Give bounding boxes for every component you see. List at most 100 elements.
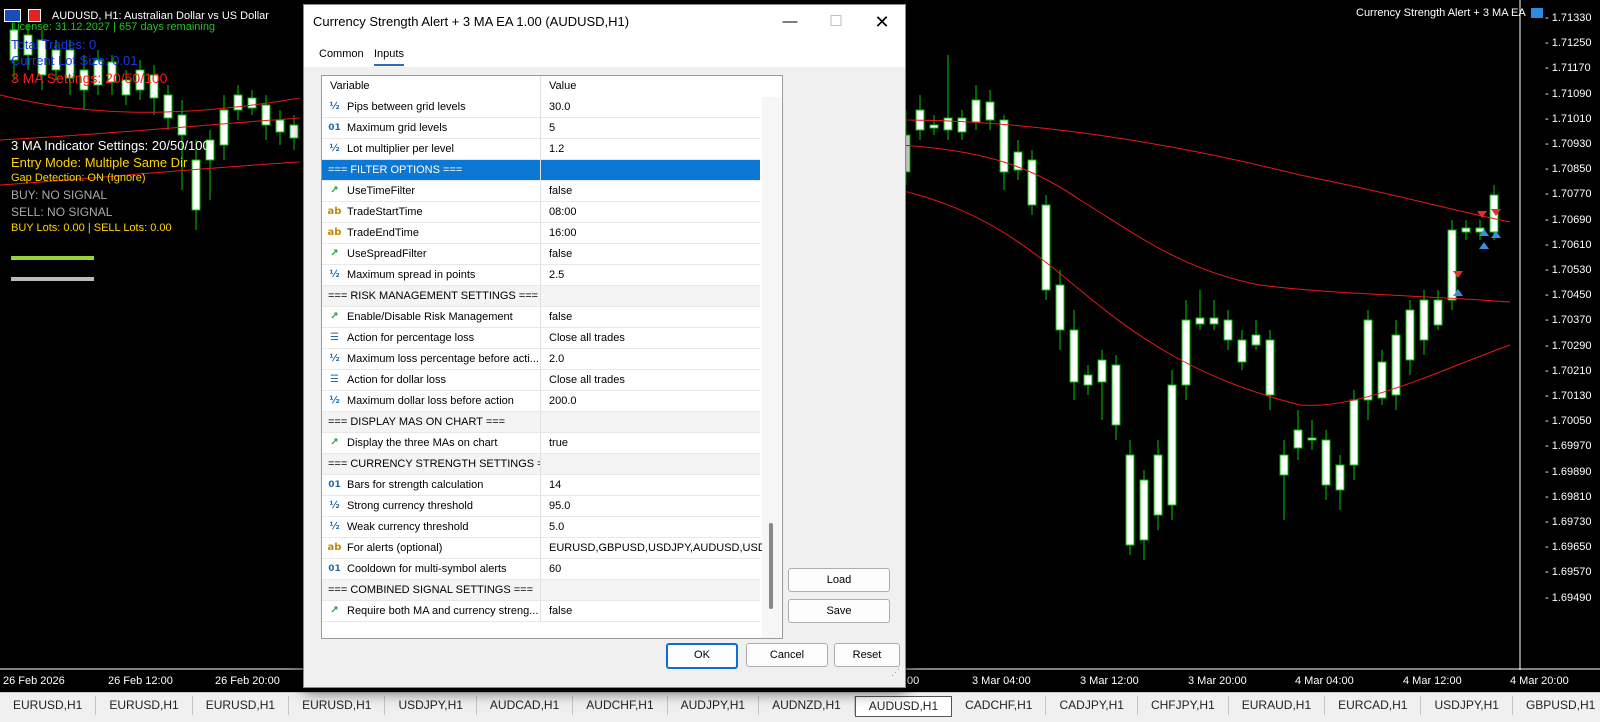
input-row[interactable]: ↗ Enable/Disable Risk Management false (322, 307, 760, 328)
candle-body (1447, 229, 1457, 301)
input-variable-name: Enable/Disable Risk Management (347, 311, 513, 323)
input-row[interactable]: ☰ Action for dollar loss Close all trades (322, 370, 760, 391)
scrollbar-thumb[interactable] (769, 523, 773, 609)
input-value[interactable]: 1.2 (545, 139, 764, 159)
input-row[interactable]: ☰ Action for percentage loss Close all tra… (322, 328, 760, 349)
symbol-tab[interactable]: EURAUD,H1 (1229, 696, 1326, 715)
symbol-tab[interactable]: EURCAD,H1 (1325, 696, 1422, 715)
save-button[interactable]: Save (788, 599, 890, 623)
input-row[interactable]: 01 Cooldown for multi-symbol alerts 60 (322, 559, 760, 580)
input-value[interactable]: 2.0 (545, 349, 764, 369)
input-row[interactable]: ½ Weak currency threshold 5.0 (322, 517, 760, 538)
candle-body (1237, 339, 1247, 363)
tab-common[interactable]: Common (319, 48, 364, 60)
input-row[interactable]: ↗ Require both MA and currency streng... f… (322, 601, 760, 622)
candle-body (233, 94, 243, 111)
minimize-button[interactable]: — (767, 5, 813, 39)
input-value[interactable]: 5 (545, 118, 764, 138)
candle-body (943, 117, 953, 131)
reset-button[interactable]: Reset (834, 643, 900, 667)
ok-button[interactable]: OK (666, 643, 738, 669)
symbol-tab[interactable]: USDJPY,H1 (1421, 696, 1513, 715)
dialog-title: Currency Strength Alert + 3 MA EA 1.00 (… (313, 14, 630, 29)
candle-body (1153, 454, 1163, 516)
input-row[interactable]: ab TradeEndTime 16:00 (322, 223, 760, 244)
input-value[interactable]: false (545, 181, 764, 201)
close-button[interactable]: ✕ (859, 5, 905, 39)
input-row[interactable]: ↗ UseSpreadFilter false (322, 244, 760, 265)
input-value[interactable]: 14 (545, 475, 764, 495)
input-value[interactable]: true (545, 433, 764, 453)
ea-hat-icon[interactable] (1531, 8, 1544, 19)
resize-grip-icon[interactable]: ⋰ (891, 667, 901, 677)
symbol-tab[interactable]: GBPUSD,H1 (1513, 696, 1600, 715)
input-row[interactable]: ½ Maximum dollar loss before action 200.0 (322, 391, 760, 412)
input-row[interactable]: 01 Bars for strength calculation 14 (322, 475, 760, 496)
input-value[interactable]: Close all trades (545, 370, 764, 390)
column-header-value[interactable]: Value (541, 76, 749, 97)
symbol-tab[interactable]: AUDJPY,H1 (668, 696, 760, 715)
input-value[interactable]: false (545, 244, 764, 264)
input-value[interactable]: false (545, 307, 764, 327)
input-value[interactable]: 08:00 (545, 202, 764, 222)
input-row[interactable]: === CURRENCY STRENGTH SETTINGS =... (322, 454, 760, 475)
price-axis-label: - 1.70050 (1545, 415, 1592, 428)
input-value[interactable] (545, 412, 764, 432)
candle-body (1055, 284, 1065, 331)
input-row[interactable]: ½ Strong currency threshold 95.0 (322, 496, 760, 517)
load-button[interactable]: Load (788, 568, 890, 592)
symbol-tab[interactable]: EURUSD,H1 (0, 696, 97, 715)
input-value[interactable]: 30.0 (545, 97, 764, 117)
input-value[interactable]: 2.5 (545, 265, 764, 285)
inputs-scrollbar[interactable] (762, 97, 781, 638)
input-row[interactable]: === COMBINED SIGNAL SETTINGS === (322, 580, 760, 601)
input-row[interactable]: ½ Maximum spread in points 2.5 (322, 265, 760, 286)
input-variable-name: Maximum grid levels (347, 122, 448, 134)
input-row[interactable]: ab TradeStartTime 08:00 (322, 202, 760, 223)
price-axis-label: - 1.69810 (1545, 490, 1592, 503)
price-axis-label: - 1.70210 (1545, 364, 1592, 377)
symbol-tab[interactable]: EURUSD,H1 (193, 696, 290, 715)
column-header-variable[interactable]: Variable (322, 76, 540, 97)
symbol-tab[interactable]: AUDUSD,H1 (854, 696, 953, 717)
cancel-button[interactable]: Cancel (746, 643, 828, 667)
symbol-tab[interactable]: CHFJPY,H1 (1138, 696, 1229, 715)
symbol-tab[interactable]: CADCHF,H1 (952, 696, 1047, 715)
input-row[interactable]: ↗ Display the three MAs on chart true (322, 433, 760, 454)
input-row[interactable]: ½ Pips between grid levels 30.0 (322, 97, 760, 118)
input-value[interactable] (545, 160, 764, 180)
input-value[interactable]: 200.0 (545, 391, 764, 411)
input-row[interactable]: === RISK MANAGEMENT SETTINGS === (322, 286, 760, 307)
symbol-tab[interactable]: AUDCAD,H1 (477, 696, 574, 715)
input-value[interactable] (545, 580, 764, 600)
dialog-titlebar[interactable]: Currency Strength Alert + 3 MA EA 1.00 (… (304, 5, 905, 39)
symbol-tab[interactable]: CADJPY,H1 (1046, 696, 1138, 715)
symbol-tab[interactable]: EURUSD,H1 (96, 696, 193, 715)
candle-body (1321, 439, 1331, 486)
input-row[interactable]: === DISPLAY MAS ON CHART === (322, 412, 760, 433)
input-row[interactable]: ab For alerts (optional) EURUSD,GBPUSD,USD… (322, 538, 764, 559)
symbol-tab[interactable]: AUDNZD,H1 (759, 696, 855, 715)
input-value[interactable]: EURUSD,GBPUSD,USDJPY,AUDUSD,USDCAD (545, 538, 764, 558)
input-value[interactable]: 60 (545, 559, 764, 579)
price-axis-label: - 1.70770 (1545, 188, 1592, 201)
symbol-tab[interactable]: USDJPY,H1 (385, 696, 477, 715)
candle-body (1027, 159, 1037, 206)
input-row[interactable]: ½ Lot multiplier per level 1.2 (322, 139, 760, 160)
input-row[interactable]: 01 Maximum grid levels 5 (322, 118, 760, 139)
input-value[interactable]: false (545, 601, 764, 621)
input-value[interactable]: 16:00 (545, 223, 764, 243)
tab-inputs[interactable]: Inputs (374, 48, 404, 66)
input-value[interactable] (545, 454, 764, 474)
candle-body (191, 159, 201, 211)
input-value[interactable] (545, 286, 764, 306)
input-value[interactable]: 95.0 (545, 496, 764, 516)
input-row[interactable]: ↗ UseTimeFilter false (322, 181, 760, 202)
symbol-tab[interactable]: AUDCHF,H1 (573, 696, 668, 715)
half-type-icon: ½ (329, 395, 340, 406)
input-value[interactable]: 5.0 (545, 517, 764, 537)
input-row[interactable]: ½ Maximum loss percentage before acti... 2… (322, 349, 760, 370)
symbol-tab[interactable]: EURUSD,H1 (289, 696, 386, 715)
input-value[interactable]: Close all trades (545, 328, 764, 348)
input-row[interactable]: === FILTER OPTIONS === (322, 160, 760, 181)
